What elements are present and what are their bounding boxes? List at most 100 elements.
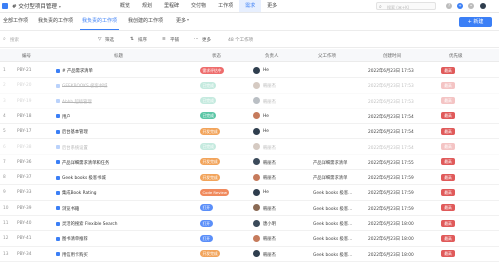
col-header-owner[interactable]: 负责人 bbox=[265, 53, 279, 59]
tile-icon[interactable]: ≡ bbox=[162, 37, 166, 42]
table-row[interactable]: 9 PBY-33 集成Book Rating Code Review He Geek bo… bbox=[0, 185, 499, 201]
priority-badge[interactable]: 最高 bbox=[441, 112, 455, 120]
priority-badge[interactable]: 最高 bbox=[441, 143, 455, 150]
table-row[interactable]: 13 PBY-34 用信用卡购买 开发完成 韩丽杰 Geek books 极客... 202… bbox=[0, 247, 499, 262]
priority-badge[interactable]: 最高 bbox=[441, 127, 455, 135]
row-title[interactable]: 后台系统设置 bbox=[56, 145, 88, 151]
row-id[interactable]: PBY-21 bbox=[17, 68, 31, 73]
status-badge[interactable]: 已完成 bbox=[200, 97, 217, 105]
priority-badge[interactable]: 最高 bbox=[441, 158, 455, 166]
new-button[interactable]: + 新建 bbox=[459, 17, 492, 27]
status-badge[interactable]: 已完成 bbox=[200, 112, 217, 120]
row-title[interactable]: 浏览书籍 bbox=[56, 206, 79, 212]
row-id[interactable]: PBY-20 bbox=[17, 83, 31, 88]
view-tab-my-responsible[interactable]: 我负责的工作项 bbox=[38, 17, 73, 24]
owner-name[interactable]: 韩丽杰 bbox=[263, 99, 276, 105]
parent-workitem[interactable]: Geek books 极客... bbox=[313, 221, 352, 227]
nav-tab-milestone[interactable]: 里程碑 bbox=[158, 0, 185, 12]
priority-badge[interactable]: 最高 bbox=[441, 250, 455, 258]
owner-name[interactable]: He bbox=[263, 129, 269, 134]
col-header-parent[interactable]: 父工作项 bbox=[318, 53, 336, 59]
row-title[interactable]: 用户 bbox=[56, 114, 71, 120]
table-row[interactable]: 4 PBY-18 用户 已完成 He 2022年6月23日 17:54 最高 bbox=[0, 109, 499, 125]
priority-badge[interactable]: 最高 bbox=[441, 81, 455, 89]
nav-tab-deliverables[interactable]: 交付物 bbox=[185, 0, 212, 12]
view-tab-more[interactable]: 更多 bbox=[176, 17, 186, 24]
view-tab-my-created[interactable]: 我创建的工作项 bbox=[128, 17, 163, 24]
status-badge[interactable]: 打开 bbox=[200, 234, 213, 242]
more-button[interactable]: 更多 bbox=[202, 37, 211, 43]
status-badge[interactable]: 打开 bbox=[200, 204, 213, 212]
parent-workitem[interactable]: 产品详细需求清单 bbox=[313, 160, 347, 166]
status-badge[interactable]: 开发完成 bbox=[200, 127, 221, 135]
col-header-id[interactable]: 编号 bbox=[22, 53, 31, 59]
view-tab-all[interactable]: 全部工作项 bbox=[3, 17, 28, 24]
row-id[interactable]: PBY-39 bbox=[17, 206, 31, 211]
owner-name[interactable]: He bbox=[263, 190, 269, 195]
row-title[interactable]: Ahhh 超级管理 bbox=[56, 99, 92, 105]
priority-badge[interactable]: 最高 bbox=[441, 66, 455, 74]
row-id[interactable]: PBY-34 bbox=[17, 252, 31, 257]
owner-name[interactable]: 韩丽杰 bbox=[263, 206, 276, 212]
filter-button[interactable]: 筛选 bbox=[105, 37, 114, 43]
row-id[interactable]: PBY-41 bbox=[17, 236, 31, 241]
nav-tab-requirements[interactable]: 需求 bbox=[239, 0, 262, 12]
col-header-status[interactable]: 状态 bbox=[212, 53, 221, 59]
sort-icon[interactable]: ⇅ bbox=[130, 37, 134, 42]
sort-button[interactable]: 排序 bbox=[138, 37, 147, 43]
table-search-input[interactable]: 搜索 bbox=[10, 37, 19, 43]
row-title[interactable]: 灵活的搜索 Flexible Search bbox=[56, 221, 118, 227]
priority-badge[interactable]: 最高 bbox=[441, 173, 455, 181]
priority-badge[interactable]: 最高 bbox=[441, 219, 455, 227]
row-title[interactable]: 后台基本管理 bbox=[56, 129, 88, 135]
col-header-created[interactable]: 创建时间 bbox=[383, 53, 401, 59]
tile-button[interactable]: 平铺 bbox=[170, 37, 179, 43]
status-badge[interactable]: 开发完成 bbox=[200, 158, 221, 166]
nav-tab-overview[interactable]: 概览 bbox=[114, 0, 136, 12]
owner-name[interactable]: 韩丽杰 bbox=[263, 160, 276, 166]
table-row[interactable]: 8 PBY-37 Geek books 极客书城 开发完成 韩丽杰 产品详细需求清单 202… bbox=[0, 170, 499, 186]
row-title[interactable]: 产品详细需求清单和任务 bbox=[56, 160, 109, 166]
help-icon[interactable]: ? bbox=[446, 3, 452, 9]
parent-workitem[interactable]: 产品详细需求清单 bbox=[313, 175, 347, 181]
user-avatar[interactable] bbox=[480, 3, 486, 9]
parent-workitem[interactable]: Geek books 极客... bbox=[313, 190, 352, 196]
owner-name[interactable]: He bbox=[263, 68, 269, 73]
row-title[interactable]: # 产品需求清单 bbox=[56, 68, 93, 74]
table-row[interactable]: 10 PBY-39 浏览书籍 打开 韩丽杰 Geek books 极客... 2022年6月… bbox=[0, 201, 499, 216]
row-id[interactable]: PBY-18 bbox=[17, 114, 31, 119]
row-id[interactable]: PBY-33 bbox=[17, 190, 31, 195]
table-row[interactable]: 2 PBY-20 GEEKBOOKS 极客书城 已完成 韩丽杰 2022年6月23日 17… bbox=[0, 78, 499, 94]
table-row[interactable]: 7 PBY-36 产品详细需求清单和任务 开发完成 韩丽杰 产品详细需求清单 2022年6月… bbox=[0, 155, 499, 171]
more-icon[interactable]: ⋯ bbox=[194, 37, 199, 42]
bell-icon[interactable]: • bbox=[468, 3, 474, 9]
row-id[interactable]: PBY-40 bbox=[17, 221, 31, 226]
filter-icon[interactable]: ▽ bbox=[98, 37, 101, 42]
status-badge[interactable]: 已完成 bbox=[200, 143, 217, 150]
row-id[interactable]: PBY-19 bbox=[17, 99, 31, 104]
priority-badge[interactable]: 最高 bbox=[441, 204, 455, 212]
parent-workitem[interactable]: Geek books 极客... bbox=[313, 206, 352, 212]
table-row[interactable]: 5 PBY-17 后台基本管理 开发完成 He 2022年6月23日 17:54 最高 bbox=[0, 124, 499, 140]
global-search-input[interactable]: ⌕ 搜索 (⌘+K) bbox=[376, 2, 436, 10]
parent-workitem[interactable]: Geek books 极客... bbox=[313, 236, 352, 242]
status-badge[interactable]: 需求评估中 bbox=[200, 66, 224, 74]
status-badge[interactable]: 开发完成 bbox=[200, 250, 221, 258]
row-title[interactable]: GEEKBOOKS 极客书城 bbox=[56, 83, 107, 89]
priority-badge[interactable]: 最高 bbox=[441, 97, 455, 105]
owner-name[interactable]: 韩丽杰 bbox=[263, 145, 276, 151]
parent-workitem[interactable]: Geek books 极客... bbox=[313, 252, 352, 258]
table-row[interactable]: 6 PBY-38 后台系统设置 已完成 韩丽杰 2022年6月23日 17:54 最高 bbox=[0, 140, 499, 155]
project-title[interactable]: # 交付型项目管理 bbox=[12, 2, 57, 10]
owner-name[interactable]: 韩丽杰 bbox=[263, 83, 276, 89]
owner-name[interactable]: 韩丽杰 bbox=[263, 236, 276, 242]
add-icon[interactable]: + bbox=[457, 3, 463, 9]
table-row[interactable]: 11 PBY-40 灵活的搜索 Flexible Search 打开 唐小明 Geek b… bbox=[0, 216, 499, 232]
nav-tab-plan[interactable]: 规划 bbox=[136, 0, 158, 12]
col-header-priority[interactable]: 优先级 bbox=[449, 53, 463, 59]
status-badge[interactable]: Code Review bbox=[200, 188, 230, 196]
view-tab-my-responsible-active[interactable]: 我负责的工作项 bbox=[79, 17, 120, 30]
owner-name[interactable]: 韩丽杰 bbox=[263, 175, 276, 181]
priority-badge[interactable]: 最高 bbox=[441, 234, 455, 242]
nav-tab-more[interactable]: 更多 bbox=[261, 0, 283, 12]
